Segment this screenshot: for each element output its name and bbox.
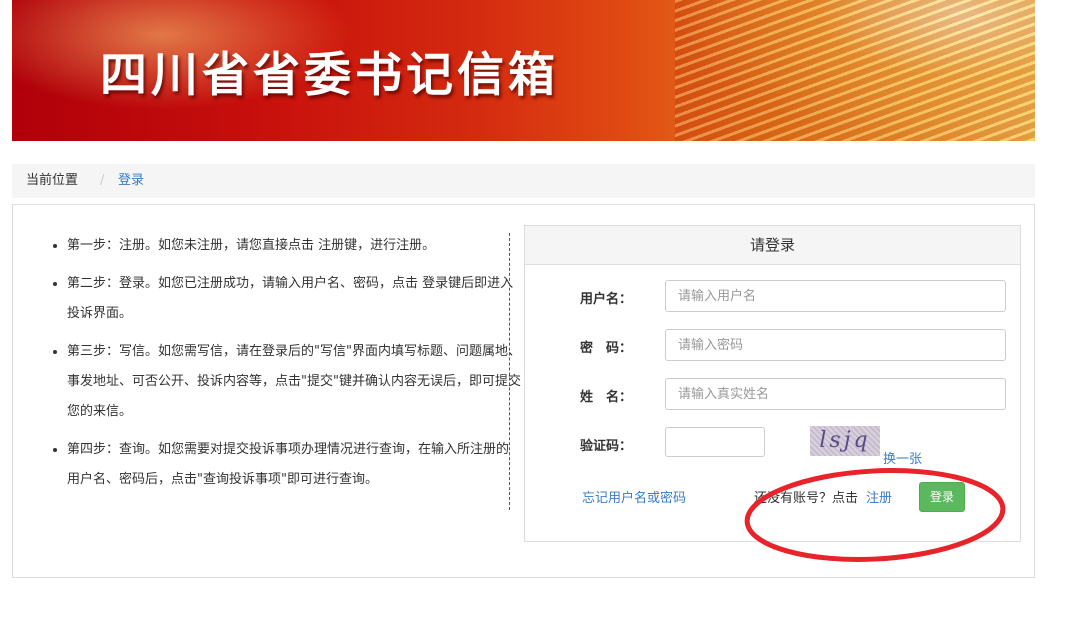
login-heading: 请登录 (525, 226, 1020, 265)
captcha-label: 验证码： (579, 439, 632, 454)
main-panel: 第一步：注册。如您未注册，请您直接点击 注册键，进行注册。 第二步：登录。如您已… (12, 204, 1035, 578)
password-input[interactable] (665, 329, 1006, 361)
username-label: 用户名： (579, 292, 632, 307)
breadcrumb: 当前位置 / 登录 (12, 164, 1035, 198)
instruction-step: 第三步：写信。如您需写信，请在登录后的"写信"界面内填写标题、问题属地、事发地址… (67, 337, 521, 427)
breadcrumb-login-link[interactable]: 登录 (118, 164, 144, 198)
captcha-image[interactable]: lsjq (810, 426, 880, 456)
instruction-step: 第二步：登录。如您已注册成功，请输入用户名、密码，点击 登录键后即进入投诉界面。 (67, 269, 521, 329)
header-banner: 四川省省委书记信箱 (12, 0, 1035, 141)
forgot-credentials-link[interactable]: 忘记用户名或密码 (582, 487, 686, 506)
realname-input[interactable] (665, 378, 1006, 410)
instruction-step: 第四步：查询。如您需要对提交投诉事项办理情况进行查询，在输入所注册的用户名、密码… (67, 435, 521, 495)
register-link[interactable]: 注册 (866, 487, 892, 506)
instruction-step: 第一步：注册。如您未注册，请您直接点击 注册键，进行注册。 (67, 231, 521, 261)
instruction-list: 第一步：注册。如您未注册，请您直接点击 注册键，进行注册。 第二步：登录。如您已… (49, 231, 521, 503)
breadcrumb-separator: / (100, 173, 105, 188)
login-panel: 请登录 用户名： 密 码： 姓 名： 验证码： lsjq 换一张 忘记用户名或密… (524, 225, 1021, 542)
realname-label: 姓 名： (579, 390, 632, 405)
password-label: 密 码： (579, 341, 632, 356)
banner-hall-image (675, 0, 1035, 141)
breadcrumb-current-label: 当前位置 (26, 173, 79, 188)
captcha-input[interactable] (665, 427, 765, 457)
site-title: 四川省省委书记信箱 (100, 48, 559, 103)
username-input[interactable] (665, 280, 1006, 312)
login-button[interactable]: 登录 (919, 482, 965, 512)
captcha-refresh-link[interactable]: 换一张 (883, 448, 922, 467)
divider (509, 233, 510, 510)
no-account-text: 还没有账号？点击 (754, 491, 859, 506)
